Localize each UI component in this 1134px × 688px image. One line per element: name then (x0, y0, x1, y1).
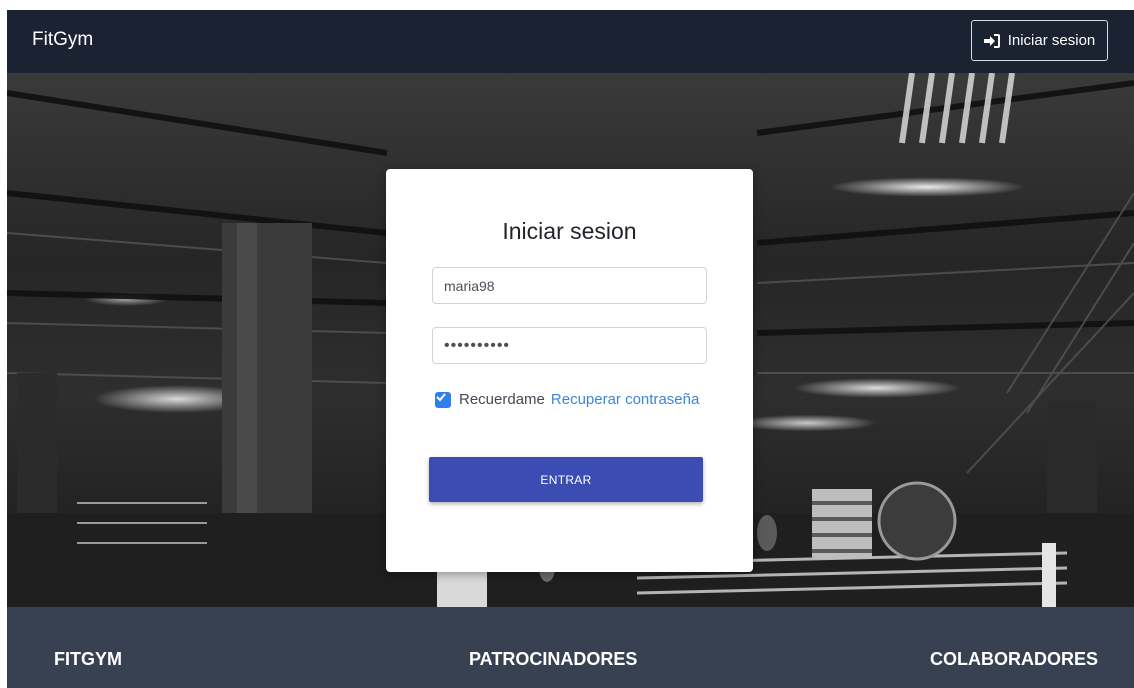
submit-button[interactable]: ENTRAR (429, 457, 703, 502)
username-input[interactable] (432, 267, 707, 304)
login-nav-button[interactable]: Iniciar sesion (971, 20, 1108, 61)
password-input[interactable] (432, 327, 707, 364)
sign-in-icon (983, 33, 1000, 48)
login-title: Iniciar sesion (502, 218, 637, 244)
remember-row: Recuerdame Recuperar contraseña (435, 391, 699, 408)
remember-checkbox[interactable] (435, 391, 451, 408)
footer-sponsors: PATROCINADORES (469, 649, 638, 669)
check-icon (436, 393, 446, 402)
top-navbar: FitGym Iniciar sesion (7, 10, 1134, 73)
login-nav-label: Iniciar sesion (1007, 32, 1096, 49)
hero-background-image: Iniciar sesion Recuerdame Recuperar cont… (7, 73, 1134, 607)
footer-brand: FITGYM (54, 649, 122, 669)
remember-label: Recuerdame (459, 391, 545, 408)
brand-logo[interactable]: FitGym (32, 29, 93, 51)
page: FitGym Iniciar sesion Iniciar sesion mar… (7, 10, 1134, 688)
recover-password-link[interactable]: Recuperar contraseña (551, 391, 699, 408)
footer-collaborators: COLABORADORES (930, 649, 1099, 669)
footer: FITGYM PATROCINADORES COLABORADORES (7, 607, 1134, 688)
login-card: Iniciar sesion Recuerdame Recuperar cont… (386, 169, 753, 572)
